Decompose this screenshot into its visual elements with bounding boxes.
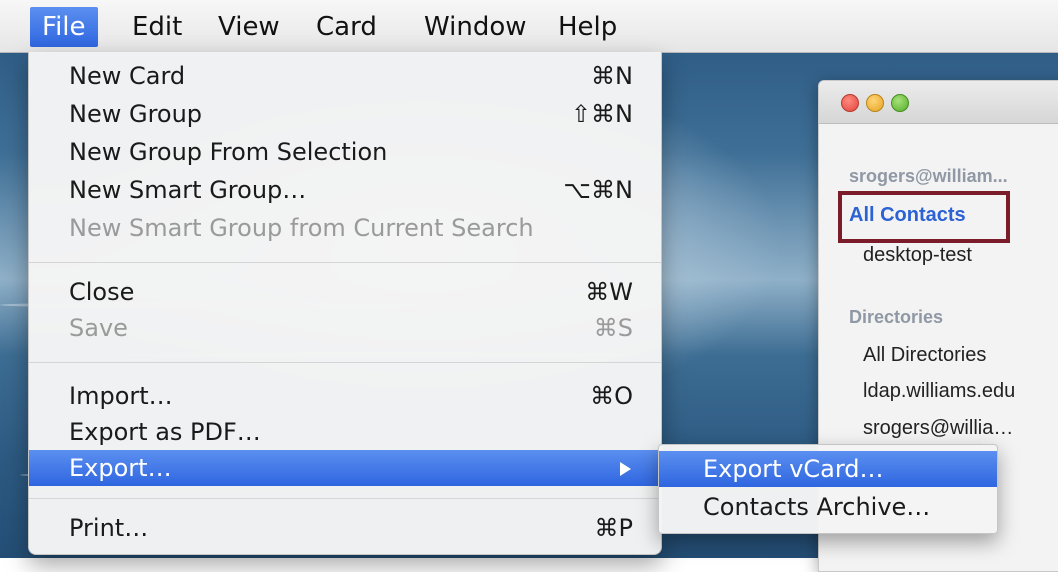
- menu-item-label: Close: [69, 278, 135, 306]
- menu-item-export-as-pdf[interactable]: Export as PDF…: [29, 414, 661, 450]
- menu-item-shortcut: ⌥⌘N: [563, 176, 633, 204]
- close-window-button[interactable]: [841, 94, 859, 112]
- menu-item-label: Export as PDF…: [69, 418, 261, 446]
- menu-bar: File Edit View Card Window Help: [0, 0, 1058, 53]
- directories-header: Directories: [849, 307, 944, 327]
- menu-item-contacts-archive[interactable]: Contacts Archive…: [659, 489, 997, 525]
- annotation-highlight-box: [838, 191, 1010, 243]
- menu-item-save: Save ⌘S: [29, 310, 661, 346]
- menu-item-new-smart-group[interactable]: New Smart Group… ⌥⌘N: [29, 172, 661, 208]
- menu-item-shortcut: ⌘P: [594, 514, 633, 542]
- menubar-file[interactable]: File: [30, 7, 98, 47]
- menu-item-label: New Smart Group…: [69, 176, 307, 204]
- menu-item-export-vcard[interactable]: Export vCard…: [659, 451, 997, 487]
- menu-item-label: New Card: [69, 62, 186, 90]
- menu-item-label: Import…: [69, 382, 173, 410]
- menu-item-print[interactable]: Print… ⌘P: [29, 510, 661, 546]
- file-menu: New Card ⌘N New Group ⇧⌘N New Group From…: [28, 52, 662, 555]
- menu-item-import[interactable]: Import… ⌘O: [29, 378, 661, 414]
- menu-separator: [29, 362, 661, 363]
- menu-item-label: Contacts Archive…: [703, 493, 931, 521]
- menu-separator: [29, 498, 661, 499]
- menu-item-close[interactable]: Close ⌘W: [29, 274, 661, 310]
- menu-item-export[interactable]: Export…: [29, 450, 661, 486]
- menu-item-label: New Group: [69, 100, 203, 128]
- zoom-window-button[interactable]: [891, 94, 909, 112]
- menu-item-new-card[interactable]: New Card ⌘N: [29, 58, 661, 94]
- menubar-help[interactable]: Help: [546, 7, 629, 47]
- menubar-edit[interactable]: Edit: [120, 7, 194, 47]
- menu-item-shortcut: ⌘W: [585, 278, 633, 306]
- menu-item-new-group-from-selection[interactable]: New Group From Selection: [29, 134, 661, 170]
- menubar-window[interactable]: Window: [412, 7, 539, 47]
- menu-item-shortcut: ⇧⌘N: [570, 100, 633, 128]
- sidebar-item-all-directories[interactable]: All Directories: [863, 344, 986, 367]
- menu-item-label: Export vCard…: [703, 455, 884, 483]
- sidebar-item-srogers-directory[interactable]: srogers@willia…: [863, 417, 1013, 440]
- menu-item-label: New Smart Group from Current Search: [69, 214, 534, 242]
- menu-separator: [29, 262, 661, 263]
- menu-item-label: Export…: [69, 454, 172, 482]
- menu-item-shortcut: ⌘N: [591, 62, 633, 90]
- menubar-view[interactable]: View: [206, 7, 292, 47]
- menu-item-label: Print…: [69, 514, 149, 542]
- sidebar-item-ldap[interactable]: ldap.williams.edu: [863, 380, 1015, 403]
- window-titlebar[interactable]: [819, 81, 1058, 124]
- menubar-card[interactable]: Card: [304, 7, 389, 47]
- sidebar-item-desktop-test[interactable]: desktop-test: [863, 244, 972, 267]
- menu-item-label: Save: [69, 314, 128, 342]
- export-submenu: Export vCard… Contacts Archive…: [658, 444, 998, 534]
- menu-item-label: New Group From Selection: [69, 138, 388, 166]
- minimize-window-button[interactable]: [866, 94, 884, 112]
- submenu-arrow-icon: [620, 462, 631, 476]
- menu-item-new-smart-group-from-search: New Smart Group from Current Search: [29, 210, 661, 246]
- menu-item-new-group[interactable]: New Group ⇧⌘N: [29, 96, 661, 132]
- menu-item-shortcut: ⌘O: [590, 382, 633, 410]
- menu-item-shortcut: ⌘S: [593, 314, 633, 342]
- account-header: srogers@william...: [849, 166, 1008, 186]
